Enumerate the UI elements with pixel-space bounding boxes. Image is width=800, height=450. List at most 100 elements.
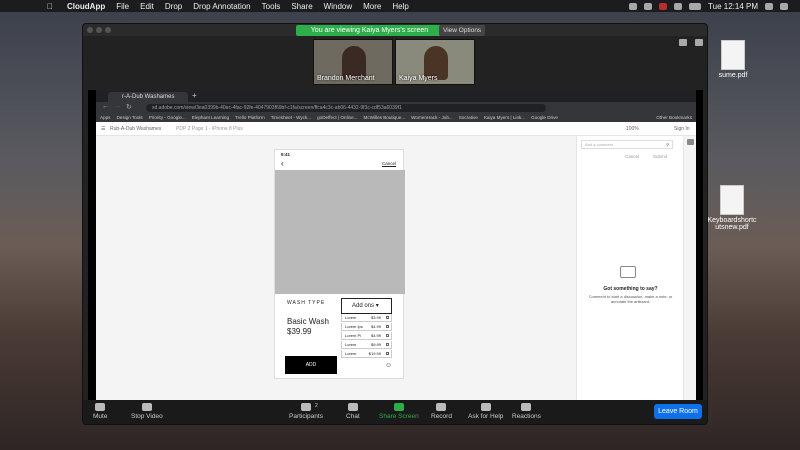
add-on-option[interactable]: Lorem Ips $4.99 xyxy=(341,323,392,331)
desktop-file[interactable]: sume.pdf xyxy=(708,40,758,79)
comment-placeholder: Add a comment xyxy=(585,142,614,147)
menu-drop-annotation[interactable]: Drop Annotation xyxy=(193,2,250,11)
add-on-checkbox[interactable] xyxy=(386,325,389,328)
breadcrumb[interactable]: PDP 2 Page 1 - iPhone 8 Plus xyxy=(176,126,243,132)
comment-submit-button[interactable]: Submit xyxy=(653,154,667,159)
participants-icon xyxy=(300,403,311,411)
menu-tools[interactable]: Tools xyxy=(262,2,281,11)
bookmark-item[interactable]: Design Tools xyxy=(116,115,142,120)
bookmark-item[interactable]: Elephant Learning xyxy=(192,115,229,120)
apple-icon[interactable]:  xyxy=(45,2,55,11)
bookmark-item[interactable]: McWilles Boutique... xyxy=(364,115,406,120)
add-on-price: $19.99 xyxy=(368,351,381,356)
participant-video[interactable]: Kaiya Myers xyxy=(395,39,475,85)
search-icon[interactable] xyxy=(765,2,773,10)
add-on-checkbox[interactable] xyxy=(386,343,389,346)
address-bar[interactable]: xd.adobe.com/view/3ea0399b-40ec-4fac-92f… xyxy=(146,104,546,112)
xd-menu-icon[interactable]: ☰ xyxy=(101,126,105,132)
minimize-window-button[interactable] xyxy=(96,27,102,33)
add-on-option[interactable]: Lorem $19.99 xyxy=(341,350,392,358)
project-title[interactable]: Rub-A-Dub Washames xyxy=(110,126,161,132)
product-name: Basic Wash xyxy=(287,317,329,326)
xd-canvas: 9:41 ‹ Cancel WASH TYPE Basic Wash $39.9… xyxy=(96,136,576,400)
sign-in-link[interactable]: Sign In xyxy=(674,126,690,132)
bookmark-item[interactable]: WomenHack - Job... xyxy=(411,115,453,120)
menu-help[interactable]: Help xyxy=(392,2,408,11)
bookmark-item[interactable]: Socrative xyxy=(459,115,478,120)
status-icon[interactable] xyxy=(644,2,653,10)
reactions-button[interactable]: Reactions xyxy=(512,403,541,420)
status-icon[interactable] xyxy=(629,2,638,10)
view-options-button[interactable]: View Options ⌄ xyxy=(439,25,485,45)
comment-input[interactable]: Add a comment ⚲ xyxy=(581,140,673,149)
xd-header: ☰ Rub-A-Dub Washames PDP 2 Page 1 - iPho… xyxy=(96,122,696,136)
comment-cancel-button[interactable]: Cancel xyxy=(625,154,639,159)
comment-icon[interactable] xyxy=(687,139,694,145)
browser-toolbar: ← → ↻ xd.adobe.com/view/3ea0399b-40ec-4f… xyxy=(96,102,696,113)
bookmark-item[interactable]: Google Drive xyxy=(531,115,558,120)
right-tool-strip xyxy=(683,136,696,400)
forward-icon[interactable]: → xyxy=(114,103,121,110)
zoom-level[interactable]: 100% xyxy=(626,126,639,132)
menu-app-name[interactable]: CloudApp xyxy=(67,2,105,11)
zoom-title-bar: You are viewing Kaiya Myers's screen Vie… xyxy=(83,24,707,45)
fullscreen-icon[interactable] xyxy=(695,39,703,46)
reload-icon[interactable]: ↻ xyxy=(126,103,132,111)
product-image xyxy=(275,170,405,294)
battery-icon[interactable] xyxy=(689,2,702,10)
menu-file[interactable]: File xyxy=(116,2,129,11)
stop-video-label: Stop Video xyxy=(131,413,163,420)
leave-room-button[interactable]: Leave Room xyxy=(654,404,702,419)
browser-tab[interactable]: r-A-Dub Washames xyxy=(108,92,188,102)
zoom-window-button[interactable] xyxy=(105,27,111,33)
menu-drop[interactable]: Drop xyxy=(165,2,182,11)
add-ons-dropdown[interactable]: Add ons ▾ xyxy=(341,298,392,314)
participant-video[interactable]: Brandon Merchant xyxy=(313,39,393,85)
add-on-checkbox[interactable] xyxy=(386,334,389,337)
add-on-checkbox[interactable] xyxy=(386,352,389,355)
add-on-option[interactable]: Lorem $3.99 xyxy=(341,314,392,322)
phone-artboard: 9:41 ‹ Cancel WASH TYPE Basic Wash $39.9… xyxy=(274,149,405,379)
desktop-file[interactable]: Keyboardshortc utsnew.pdf xyxy=(706,185,758,231)
share-screen-button[interactable]: Share Screen xyxy=(379,403,419,420)
gallery-view-icon[interactable] xyxy=(679,39,687,46)
add-on-name: Lorem Pi xyxy=(345,333,362,338)
menu-share[interactable]: Share xyxy=(291,2,312,11)
add-button[interactable]: ADD xyxy=(285,356,337,374)
add-on-checkbox[interactable] xyxy=(386,316,389,319)
phone-cancel-link[interactable]: Cancel xyxy=(382,161,396,166)
chat-button[interactable]: Chat xyxy=(346,403,360,420)
phone-time: 9:41 xyxy=(281,152,291,157)
bookmark-item[interactable]: goDeffect | Online... xyxy=(317,115,357,120)
record-button[interactable]: Record xyxy=(431,403,452,420)
back-arrow-icon[interactable]: ‹ xyxy=(281,159,284,168)
back-icon[interactable]: ← xyxy=(102,103,109,110)
mute-button[interactable]: Mute xyxy=(93,403,107,420)
bookmark-item[interactable]: Trello Platform xyxy=(235,115,265,120)
profile-icon[interactable]: ☺ xyxy=(385,362,392,369)
add-on-price: $3.99 xyxy=(370,315,381,320)
menu-clock[interactable]: Tue 12:14 PM xyxy=(708,2,758,11)
menu-more[interactable]: More xyxy=(363,2,381,11)
stop-video-button[interactable]: Stop Video xyxy=(131,403,163,420)
bookmark-item[interactable]: Other Bookmarks xyxy=(656,115,692,120)
chat-icon xyxy=(347,403,358,411)
bookmark-item[interactable]: Apps xyxy=(100,115,110,120)
add-on-option[interactable]: Lorem Pi $4.99 xyxy=(341,332,392,340)
control-center-icon[interactable] xyxy=(780,2,788,10)
record-status-icon[interactable] xyxy=(659,2,668,10)
menu-edit[interactable]: Edit xyxy=(140,2,154,11)
menu-window[interactable]: Window xyxy=(324,2,352,11)
add-on-name: Lorem xyxy=(345,315,357,320)
wifi-icon[interactable] xyxy=(674,2,683,10)
new-tab-icon[interactable]: + xyxy=(192,91,197,100)
desktop-file-name: Keyboardshortc utsnew.pdf xyxy=(707,217,757,231)
ask-for-help-button[interactable]: Ask for Help xyxy=(468,403,503,420)
bookmark-item[interactable]: Kaiya Myers | Link... xyxy=(484,115,525,120)
close-window-button[interactable] xyxy=(87,27,93,33)
pdf-file-icon xyxy=(721,40,745,70)
add-on-option[interactable]: Lorem $9.99 xyxy=(341,341,392,349)
bookmark-item[interactable]: Priority - Google... xyxy=(149,115,186,120)
pin-icon[interactable]: ⚲ xyxy=(666,141,669,148)
bookmark-item[interactable]: Timesheet - Wyck... xyxy=(271,115,311,120)
